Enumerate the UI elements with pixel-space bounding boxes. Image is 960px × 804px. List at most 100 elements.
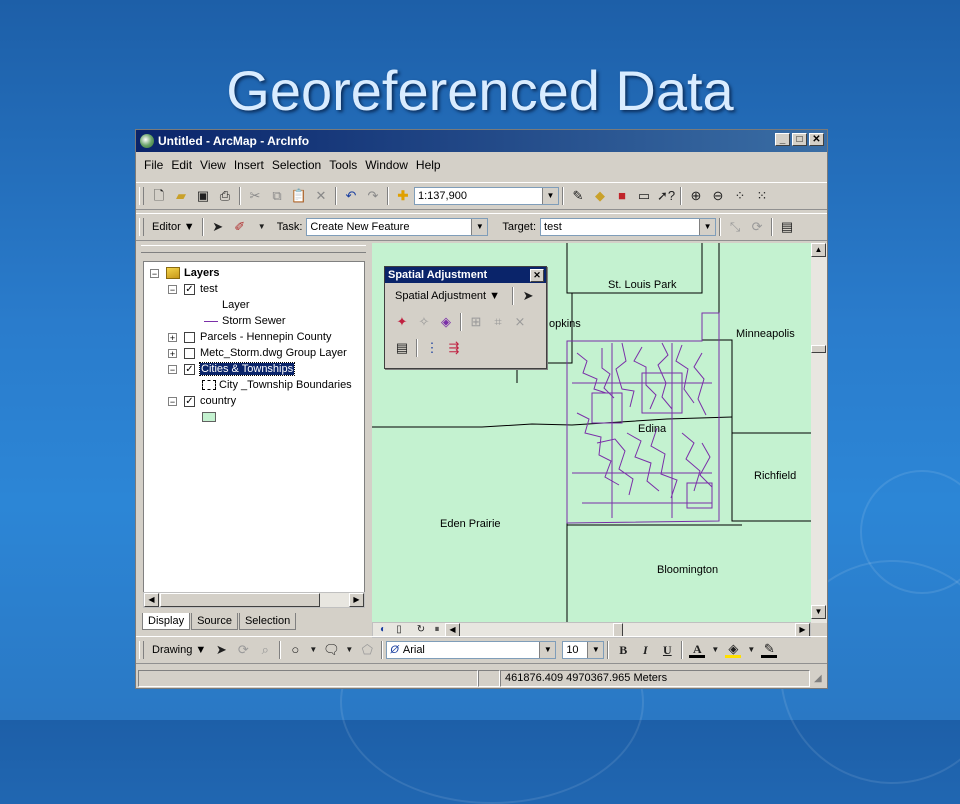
scroll-left-button[interactable]: ◀ (445, 623, 460, 637)
clear-limited-area-icon[interactable]: ⨯ (512, 314, 528, 330)
arccatalog-icon[interactable]: ◆ (592, 188, 608, 204)
zoom-out-icon[interactable]: ⊖ (710, 188, 726, 204)
menu-edit[interactable]: Edit (171, 158, 192, 172)
toc-root-row[interactable]: − Layers (150, 265, 219, 281)
toc-layer-metc-storm[interactable]: + Metc_Storm.dwg Group Layer (168, 345, 347, 361)
modify-link-icon[interactable]: ✧ (416, 314, 432, 330)
close-icon[interactable]: ✕ (530, 269, 544, 282)
collapse-icon[interactable]: − (150, 268, 159, 278)
bold-button[interactable]: B (615, 642, 631, 658)
new-displacement-link-icon[interactable]: ✦ (394, 314, 410, 330)
chevron-down-icon[interactable]: ▼ (587, 642, 604, 658)
visibility-checkbox[interactable] (184, 331, 195, 343)
target-combo[interactable]: test ▼ (540, 218, 717, 236)
chevron-down-icon[interactable]: ▼ (471, 219, 488, 235)
chevron-down-icon[interactable]: ▼ (345, 642, 353, 658)
spatial-adjustment-titlebar[interactable]: Spatial Adjustment ✕ (385, 267, 546, 283)
map-scale-combo[interactable]: 1:137,900 ▼ (414, 187, 559, 205)
whats-this-icon[interactable]: ➚? (657, 188, 675, 204)
menu-selection[interactable]: Selection (272, 158, 321, 172)
chevron-down-icon[interactable]: ▼ (539, 642, 556, 658)
rotate-element-icon[interactable]: ⟳ (235, 642, 251, 658)
chevron-down-icon[interactable]: ▼ (699, 219, 716, 235)
task-combo[interactable]: Create New Feature ▼ (306, 218, 489, 236)
toc-dock-grip[interactable] (141, 245, 366, 253)
toc-horizontal-scrollbar[interactable]: ◀ ▶ (143, 592, 365, 608)
spatial-adjustment-menu[interactable]: Spatial Adjustment ▼ (395, 290, 500, 302)
split-tool-icon[interactable]: ⤡ (727, 219, 743, 235)
print-icon[interactable]: ⎙ (217, 188, 233, 204)
toc-layer-cities[interactable]: − ✓ Cities & Townships (168, 361, 296, 377)
menu-help[interactable]: Help (416, 158, 441, 172)
undo-icon[interactable]: ↶ (343, 188, 359, 204)
fixed-zoom-out-icon[interactable]: ⁙ (754, 188, 770, 204)
new-limited-area-icon[interactable]: ⌗ (490, 314, 506, 330)
italic-button[interactable]: I (637, 642, 653, 658)
edit-tool-icon[interactable]: ➤ (210, 219, 226, 235)
fixed-zoom-in-icon[interactable]: ⁘ (732, 188, 748, 204)
select-elements-icon[interactable]: ➤ (213, 642, 229, 658)
arctoolbox-icon[interactable]: ■ (614, 188, 630, 204)
resize-grip-icon[interactable]: ◢ (814, 673, 822, 684)
multi-displacement-icon[interactable]: ◈ (438, 314, 454, 330)
menu-file[interactable]: File (144, 158, 163, 172)
chevron-down-icon[interactable]: ▼ (309, 642, 317, 658)
open-folder-icon[interactable]: ▰ (173, 188, 189, 204)
tab-source[interactable]: Source (191, 613, 238, 630)
underline-button[interactable]: U (659, 642, 675, 658)
redo-icon[interactable]: ↷ (365, 188, 381, 204)
scroll-up-button[interactable]: ▲ (811, 243, 826, 257)
line-color-icon[interactable]: ✎ (761, 641, 778, 658)
new-identity-link-icon[interactable]: ⊞ (468, 314, 484, 330)
scroll-left-button[interactable]: ◀ (144, 593, 159, 607)
drawing-menu[interactable]: Drawing ▼ (152, 644, 206, 656)
toc-layer-test[interactable]: − ✓ test (168, 281, 218, 297)
new-document-icon[interactable]: 🗋 (151, 188, 167, 204)
sketch-tool-icon[interactable]: ✐ (232, 219, 248, 235)
font-color-button[interactable]: A (689, 642, 706, 658)
editor-toolbar-icon[interactable]: ✎ (570, 188, 586, 204)
maximize-button[interactable]: □ (792, 133, 807, 146)
collapse-icon[interactable]: − (168, 284, 177, 294)
select-elements-icon[interactable]: ➤ (520, 288, 536, 304)
chevron-down-icon[interactable]: ▼ (747, 642, 755, 658)
zoom-in-icon[interactable]: ⊕ (688, 188, 704, 204)
menu-view[interactable]: View (200, 158, 226, 172)
visibility-checkbox[interactable]: ✓ (184, 395, 195, 407)
scroll-thumb[interactable] (811, 345, 826, 353)
scroll-right-button[interactable]: ▶ (349, 593, 364, 607)
fill-color-icon[interactable]: ◈ (725, 641, 742, 658)
map-vertical-scrollbar[interactable]: ▲ ▼ (811, 243, 827, 623)
command-line-icon[interactable]: ▭ (636, 188, 652, 204)
collapse-icon[interactable]: − (168, 396, 177, 406)
menu-insert[interactable]: Insert (234, 158, 264, 172)
add-data-icon[interactable]: ✚ (395, 188, 411, 204)
menu-window[interactable]: Window (365, 158, 408, 172)
font-name-combo[interactable]: Ø Arial ▼ (386, 641, 557, 659)
scroll-right-button[interactable]: ▶ (795, 623, 810, 637)
toolbar-grip[interactable] (139, 218, 144, 236)
rotate-tool-icon[interactable]: ⟳ (749, 219, 765, 235)
visibility-checkbox[interactable]: ✓ (184, 283, 195, 295)
tab-display[interactable]: Display (142, 613, 191, 630)
toc-layer-parcels[interactable]: + Parcels - Hennepin County (168, 329, 331, 345)
circle-tool-icon[interactable]: ○ (287, 642, 303, 658)
toolbar-grip[interactable] (139, 641, 144, 659)
toolbar-grip[interactable] (139, 187, 144, 205)
attribute-transfer-icon[interactable]: ⇶ (446, 340, 462, 356)
editor-menu[interactable]: Editor ▼ (152, 221, 195, 233)
tab-selection[interactable]: Selection (238, 613, 297, 630)
chevron-down-icon[interactable]: ▼ (254, 219, 270, 235)
cut-icon[interactable]: ✂ (247, 188, 263, 204)
paste-icon[interactable]: 📋 (291, 188, 307, 204)
edit-vertices-icon[interactable]: ⬠ (359, 642, 375, 658)
edge-match-icon[interactable]: ⋮ (424, 340, 440, 356)
minimize-button[interactable]: _ (775, 133, 790, 146)
attributes-icon[interactable]: ▤ (779, 219, 795, 235)
scroll-thumb[interactable] (613, 623, 623, 637)
font-size-combo[interactable]: 10 ▼ (562, 641, 605, 659)
scroll-thumb[interactable] (160, 593, 320, 607)
chevron-down-icon[interactable]: ▼ (711, 642, 719, 658)
zoom-to-selected-icon[interactable]: ⌕ (257, 642, 273, 658)
chevron-down-icon[interactable]: ▼ (542, 188, 558, 204)
